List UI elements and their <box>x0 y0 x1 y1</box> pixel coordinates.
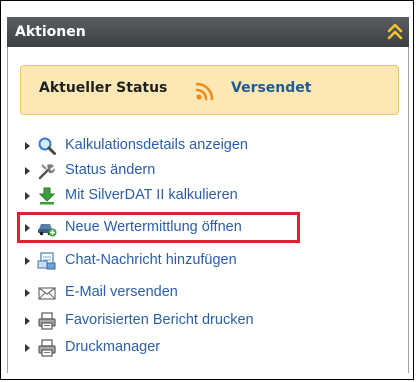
rss-feed-icon <box>195 82 214 101</box>
bullet-arrow-icon <box>25 289 30 297</box>
panel-title: Aktionen <box>15 24 86 40</box>
bullet-arrow-icon <box>25 142 30 150</box>
magnifier-icon <box>38 137 56 155</box>
bullet-arrow-icon <box>25 167 30 175</box>
action-label: Mit SilverDAT II kalkulieren <box>65 187 238 203</box>
highlight-annotation-box <box>17 212 300 243</box>
bullet-arrow-icon <box>25 344 30 352</box>
chat-document-icon <box>37 252 56 270</box>
action-label: Kalkulationsdetails anzeigen <box>65 137 248 153</box>
envelope-icon <box>38 287 56 300</box>
printer-icon <box>38 339 56 357</box>
status-label: Aktueller Status <box>39 80 168 96</box>
printer-icon <box>38 312 56 330</box>
action-label: Druckmanager <box>65 339 161 355</box>
panel-header: Aktionen <box>7 17 409 47</box>
actions-panel: Aktionen Aktueller Status Versendet Kalk… <box>0 0 414 380</box>
status-value: Versendet <box>231 80 312 96</box>
bullet-arrow-icon <box>25 192 30 200</box>
action-label: Status ändern <box>65 162 156 178</box>
action-label: E-Mail versenden <box>65 284 178 300</box>
action-label: Favorisierten Bericht drucken <box>65 312 254 328</box>
action-label: Chat-Nachricht hinzufügen <box>65 252 237 268</box>
double-chevron-up-icon[interactable] <box>387 23 403 41</box>
download-arrow-icon <box>38 187 56 205</box>
bullet-arrow-icon <box>25 317 30 325</box>
bullet-arrow-icon <box>25 257 30 265</box>
status-box: Aktueller Status Versendet <box>20 65 399 115</box>
tools-icon <box>38 164 55 180</box>
